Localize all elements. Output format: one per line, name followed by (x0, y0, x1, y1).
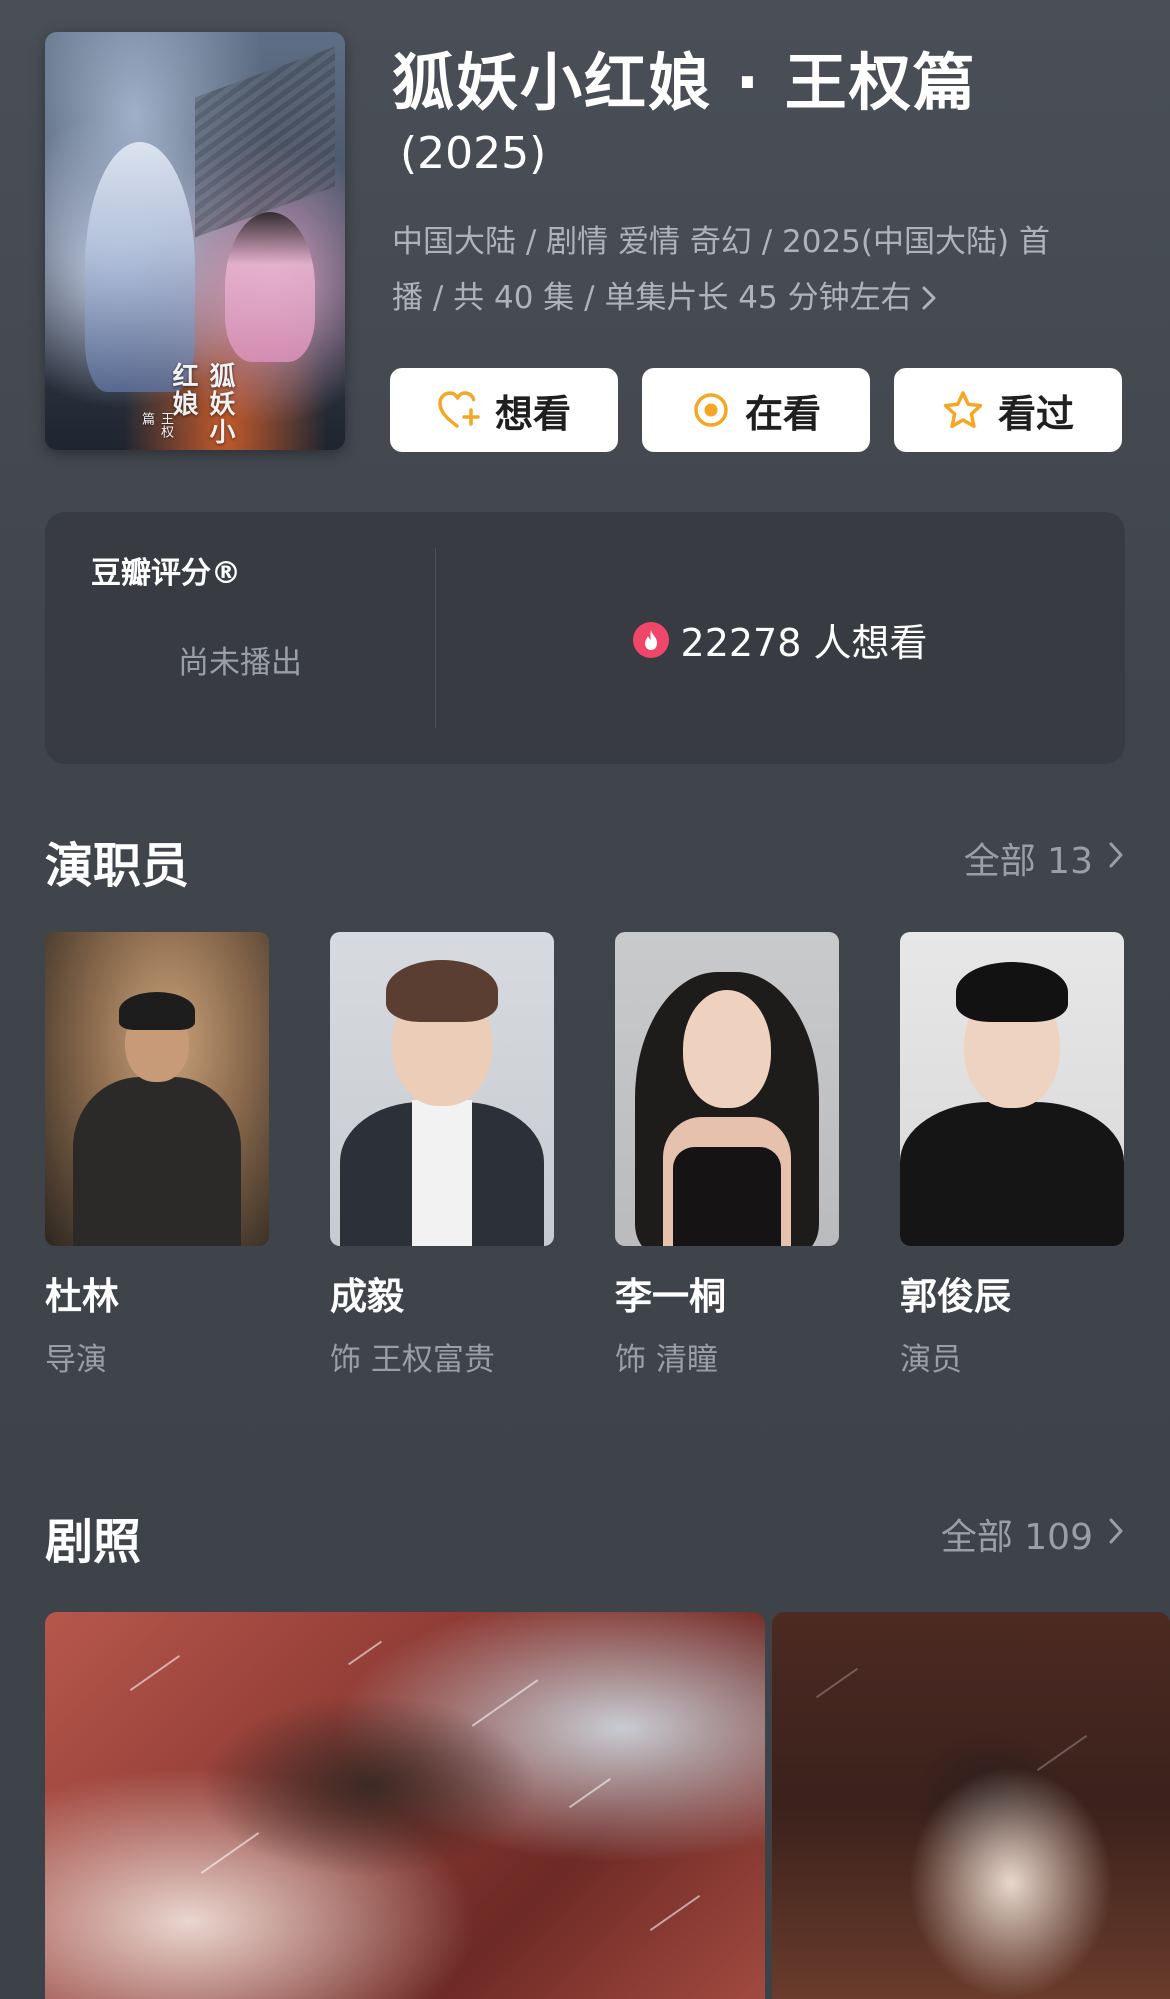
poster-image[interactable]: 狐妖小红娘 王权篇 (45, 32, 345, 450)
target-icon (691, 390, 731, 430)
page-title: 狐妖小红娘 · 王权篇 (392, 46, 977, 119)
stills-see-all-label: 全部 109 (940, 1517, 1093, 1558)
cast-role: 导演 (45, 1342, 107, 1378)
cast-name: 郭俊辰 (900, 1275, 1011, 1318)
stills-gallery (45, 1612, 1170, 1999)
poster-subtitle-calligraphy: 王权篇 (139, 412, 173, 438)
stills-see-all-link[interactable]: 全部 109 (941, 1508, 1125, 1560)
poster-figure-pink (225, 212, 315, 362)
release-year: (2025) (400, 128, 547, 179)
watching-label: 在看 (744, 391, 821, 436)
wish-count: 22278 人想看 (435, 612, 1125, 667)
poster-figure-white (85, 142, 195, 392)
cast-photo (615, 932, 839, 1246)
cast-name: 成毅 (330, 1275, 404, 1318)
movie-detail-page: 狐妖小红娘 王权篇 狐妖小红娘 · 王权篇 (2025) 中国大陆 / 剧情 爱… (0, 0, 1170, 1999)
chevron-right-icon (1107, 838, 1125, 879)
want-to-watch-label: 想看 (494, 391, 571, 436)
fire-icon (632, 621, 669, 658)
cast-role: 饰 王权富贵 (330, 1342, 495, 1378)
meta-line-2: 播 / 共 40 集 / 单集片长 45 分钟左右 (392, 270, 1092, 326)
wish-count-text: 22278 人想看 (680, 621, 928, 665)
cast-role: 饰 清瞳 (615, 1342, 718, 1378)
watched-button[interactable]: 看过 (894, 368, 1122, 452)
action-buttons: 想看 在看 看过 (390, 368, 1122, 452)
cast-list: 杜林 导演 成毅 饰 王权富贵 李一桐 饰 清瞳 郭俊辰 演员 (45, 932, 1125, 1378)
cast-card[interactable]: 郭俊辰 演员 (900, 932, 1124, 1379)
cast-photo (330, 932, 554, 1246)
cast-name: 李一桐 (615, 1275, 726, 1318)
cast-card[interactable]: 成毅 饰 王权富贵 (330, 932, 554, 1379)
meta-info[interactable]: 中国大陆 / 剧情 爱情 奇幻 / 2025(中国大陆) 首 播 / 共 40 … (392, 214, 1092, 326)
stills-section-title: 剧照 (45, 1514, 142, 1570)
want-to-watch-button[interactable]: 想看 (390, 368, 618, 452)
still-photo[interactable] (772, 1612, 1170, 1999)
star-icon (942, 390, 984, 430)
chevron-right-icon (1107, 1514, 1125, 1555)
chevron-right-icon (920, 270, 938, 326)
cast-see-all-label: 全部 13 (963, 841, 1093, 882)
meta-line-2-text: 播 / 共 40 集 / 单集片长 45 分钟左右 (392, 280, 912, 316)
douban-rating-label: 豆瓣评分® (91, 556, 241, 591)
cast-name: 杜林 (45, 1275, 119, 1318)
cast-role: 演员 (900, 1342, 962, 1378)
poster-title-calligraphy: 狐妖小红娘 (168, 362, 235, 446)
cast-photo (45, 932, 269, 1246)
cast-see-all-link[interactable]: 全部 13 (964, 832, 1125, 884)
poster-stairs (195, 46, 335, 238)
rating-card[interactable]: 豆瓣评分® 尚未播出 22278 人想看 (45, 512, 1125, 764)
cast-section-title: 演职员 (45, 838, 190, 894)
rating-status: 尚未播出 (178, 645, 302, 681)
watched-label: 看过 (997, 391, 1074, 436)
cast-card[interactable]: 杜林 导演 (45, 932, 269, 1379)
cast-card[interactable]: 李一桐 饰 清瞳 (615, 932, 839, 1379)
watching-button[interactable]: 在看 (642, 368, 870, 452)
meta-line-1: 中国大陆 / 剧情 爱情 奇幻 / 2025(中国大陆) 首 (392, 224, 1050, 260)
cast-photo (900, 932, 1124, 1246)
heart-plus-icon (437, 390, 481, 430)
still-photo[interactable] (45, 1612, 765, 1999)
